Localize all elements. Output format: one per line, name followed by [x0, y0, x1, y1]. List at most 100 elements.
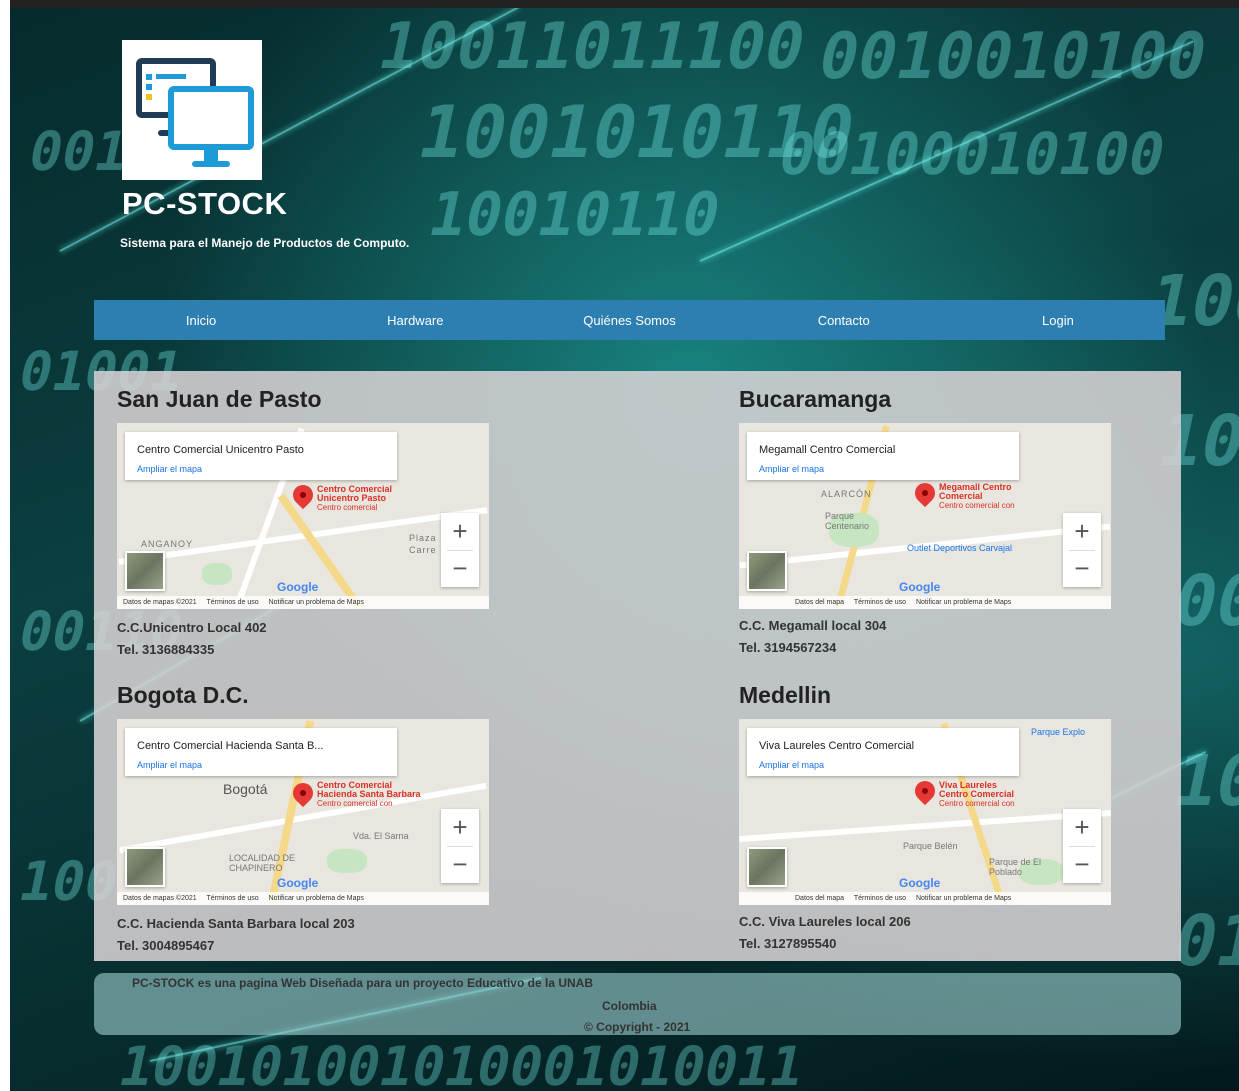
map-attribution: Datos del mapa Términos de uso Notificar… — [739, 596, 1111, 609]
branch-address-block: C.C. Viva Laureles local 206 Tel. 312789… — [739, 911, 911, 955]
map-attribution: Datos de mapas ©2021 Términos de uso Not… — [117, 596, 489, 609]
nav-item-hardware[interactable]: Hardware — [308, 313, 522, 328]
map-data-credit: Datos del mapa — [795, 599, 845, 606]
branch-medellin: Medellin Viva Laureles Centro Comercial … — [739, 681, 1119, 961]
map-place-name: Centro Comercial Unicentro Pasto — [137, 444, 304, 456]
map-place-card: Viva Laureles Centro Comercial Ampliar e… — [747, 728, 1019, 776]
branch-address: C.C.Unicentro Local 402 — [117, 620, 267, 635]
nav-item-login[interactable]: Login — [951, 313, 1165, 328]
map-area-label: Parque Centenario — [825, 511, 870, 531]
satellite-toggle[interactable] — [747, 847, 787, 887]
branch-phone: Tel. 3194567234 — [739, 640, 837, 655]
map-area-label: Bogotá — [223, 781, 268, 797]
branch-address-block: C.C. Hacienda Santa Barbara local 203 Te… — [117, 913, 355, 957]
desktop-monitors-icon — [136, 58, 254, 167]
zoom-in-button[interactable]: + — [1063, 513, 1101, 550]
zoom-out-button[interactable]: − — [1063, 846, 1101, 883]
map-data-credit: Datos de mapas ©2021 — [123, 895, 197, 902]
branch-address-block: C.C.Unicentro Local 402 Tel. 3136884335 — [117, 617, 267, 661]
map-report-link[interactable]: Notificar un problema de Maps — [916, 895, 1011, 902]
enlarge-map-link[interactable]: Ampliar el mapa — [137, 464, 202, 474]
zoom-in-button[interactable]: + — [1063, 809, 1101, 846]
map-place-card: Centro Comercial Unicentro Pasto Ampliar… — [125, 432, 397, 480]
zoom-in-button[interactable]: + — [441, 809, 479, 846]
window-left-edge — [0, 0, 10, 1091]
map-zoom-control: + − — [441, 809, 479, 883]
map-area-label: LOCALIDAD DE CHAPINERO — [229, 853, 296, 873]
branch-city: San Juan de Pasto — [117, 386, 322, 412]
map-pin-icon[interactable] — [288, 480, 318, 510]
zoom-out-button[interactable]: − — [1063, 550, 1101, 587]
map-zoom-control: + − — [1063, 513, 1101, 587]
branch-city: Bucaramanga — [739, 386, 892, 412]
map-area-label: Plaza — [409, 533, 437, 543]
map-attribution: Datos del mapa Términos de uso Notificar… — [739, 892, 1111, 905]
branch-address-block: C.C. Megamall local 304 Tel. 3194567234 — [739, 615, 886, 659]
branch-pasto: San Juan de Pasto Centro Comercial Unice… — [117, 385, 497, 665]
pin-label-line: Comercial — [939, 491, 983, 501]
branch-city: Medellin — [739, 682, 832, 708]
branch-address: C.C. Megamall local 304 — [739, 618, 887, 633]
enlarge-map-link[interactable]: Ampliar el mapa — [759, 760, 824, 770]
locations-panel: San Juan de Pasto Centro Comercial Unice… — [94, 371, 1181, 961]
site-subtitle: Sistema para el Manejo de Productos de C… — [120, 236, 410, 250]
site-logo[interactable] — [122, 40, 262, 180]
map-place-name: Centro Comercial Hacienda Santa B... — [137, 740, 324, 752]
pin-label-line: Hacienda Santa Barbara — [317, 789, 421, 799]
branch-phone: Tel. 3127895540 — [739, 936, 837, 951]
map-area-label: Outlet Deportivos Carvajal — [907, 543, 1013, 553]
map-terms-link[interactable]: Términos de uso — [854, 599, 906, 606]
map-data-credit: Datos de mapas ©2021 — [123, 599, 197, 606]
zoom-out-button[interactable]: − — [441, 846, 479, 883]
map-report-link[interactable]: Notificar un problema de Maps — [916, 599, 1011, 606]
map-terms-link[interactable]: Términos de uso — [206, 599, 258, 606]
map-place-card: Centro Comercial Hacienda Santa B... Amp… — [125, 728, 397, 776]
branch-city: Bogota D.C. — [117, 682, 249, 708]
enlarge-map-link[interactable]: Ampliar el mapa — [759, 464, 824, 474]
google-logo: Google — [899, 876, 941, 890]
map-embed[interactable]: Viva Laureles Centro Comercial Ampliar e… — [739, 719, 1111, 905]
map-embed[interactable]: Centro Comercial Hacienda Santa B... Amp… — [117, 719, 489, 905]
pin-label-line: Centro Comercial — [939, 789, 1015, 799]
map-embed[interactable]: Centro Comercial Unicentro Pasto Ampliar… — [117, 423, 489, 609]
map-terms-link[interactable]: Términos de uso — [854, 895, 906, 902]
enlarge-map-link[interactable]: Ampliar el mapa — [137, 760, 202, 770]
branch-bucaramanga: Bucaramanga Megamall Centro Comercial Am… — [739, 385, 1119, 665]
nav-item-inicio[interactable]: Inicio — [94, 313, 308, 328]
branch-address: C.C. Viva Laureles local 206 — [739, 914, 911, 929]
map-embed[interactable]: Megamall Centro Comercial Ampliar el map… — [739, 423, 1111, 609]
map-place-card: Megamall Centro Comercial Ampliar el map… — [747, 432, 1019, 480]
branch-phone: Tel. 3004895467 — [117, 938, 215, 953]
pin-label-line: Centro comercial con — [939, 501, 1015, 510]
satellite-toggle[interactable] — [125, 847, 165, 887]
main-navigation: Inicio Hardware Quiénes Somos Contacto L… — [94, 300, 1165, 340]
map-data-credit: Datos del mapa — [795, 895, 845, 902]
nav-item-contacto[interactable]: Contacto — [737, 313, 951, 328]
google-logo: Google — [899, 580, 941, 594]
map-place-name: Megamall Centro Comercial — [759, 444, 896, 456]
zoom-out-button[interactable]: − — [441, 550, 479, 587]
satellite-toggle[interactable] — [125, 551, 165, 591]
satellite-toggle[interactable] — [747, 551, 787, 591]
map-place-name: Viva Laureles Centro Comercial — [759, 740, 915, 752]
map-pin-icon[interactable] — [910, 478, 940, 508]
branch-address: C.C. Hacienda Santa Barbara local 203 — [117, 916, 355, 931]
map-area-label: Vda. El Sarna — [353, 831, 409, 841]
footer-description: PC-STOCK es una pagina Web Diseñada para… — [132, 976, 593, 990]
google-logo: Google — [277, 580, 319, 594]
map-terms-link[interactable]: Términos de uso — [206, 895, 258, 902]
page-footer: PC-STOCK es una pagina Web Diseñada para… — [94, 973, 1181, 1035]
footer-country: Colombia — [602, 999, 657, 1013]
pin-label-line: Unicentro Pasto — [317, 493, 387, 503]
map-pin-icon[interactable] — [910, 776, 940, 806]
zoom-in-button[interactable]: + — [441, 513, 479, 550]
map-attribution: Datos de mapas ©2021 Términos de uso Not… — [117, 892, 489, 905]
map-zoom-control: + − — [441, 513, 479, 587]
pin-label-line: Centro comercial con — [939, 799, 1015, 808]
pin-label-line: Centro comercial — [317, 503, 378, 512]
map-area-label: ANGANOY — [141, 539, 194, 549]
map-report-link[interactable]: Notificar un problema de Maps — [269, 895, 364, 902]
map-report-link[interactable]: Notificar un problema de Maps — [269, 599, 364, 606]
map-area-label: Carre — [409, 545, 437, 555]
nav-item-quienes-somos[interactable]: Quiénes Somos — [522, 313, 736, 328]
